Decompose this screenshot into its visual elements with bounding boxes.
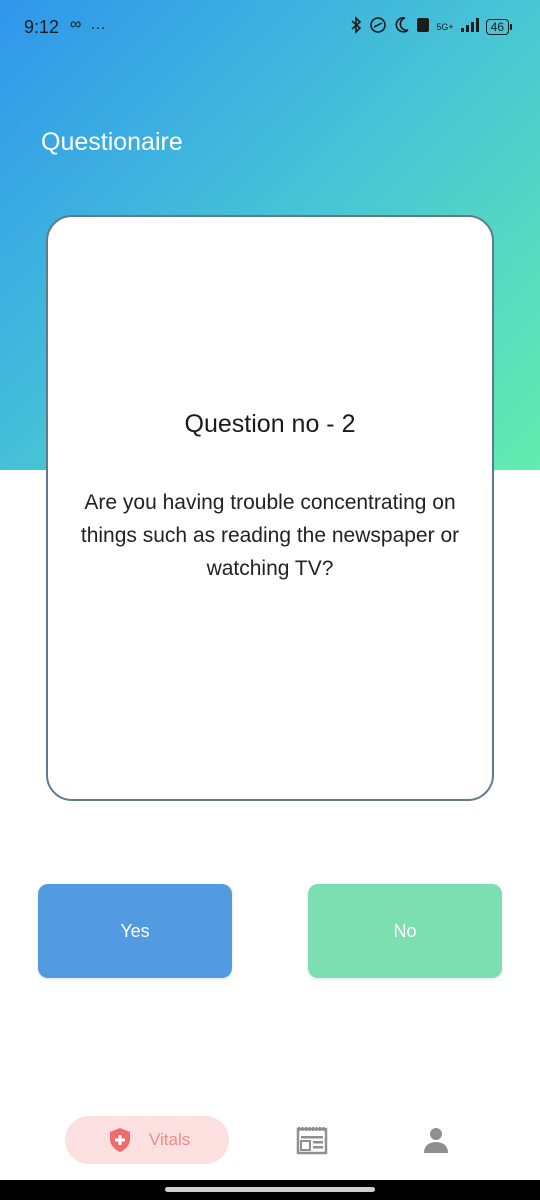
system-navigation-area [0, 1180, 540, 1200]
page-title: Questionaire [41, 128, 183, 156]
nav-item-news[interactable] [296, 1126, 328, 1156]
bottom-navigation: Vitals [0, 1100, 540, 1180]
shield-plus-icon [108, 1127, 132, 1153]
battery-level: 46 [485, 19, 509, 35]
network-type-label: 5G+ [436, 21, 454, 32]
status-notification-icons: ∞ … [70, 16, 108, 33]
status-bar: 9:12 ∞ … 5G+ 46 [0, 0, 540, 56]
question-text: Are you having trouble concentrating on … [80, 491, 460, 580]
yes-button[interactable]: Yes [38, 884, 232, 978]
signal-icon [460, 17, 480, 37]
bluetooth-icon [350, 16, 362, 38]
moon-icon [394, 16, 410, 38]
volte-icon [416, 17, 430, 37]
battery-icon: 46 [485, 19, 512, 35]
status-time: 9:12 [24, 17, 60, 37]
nav-item-vitals[interactable]: Vitals [65, 1116, 229, 1164]
network-type: 5G+ [436, 21, 454, 32]
no-button[interactable]: No [308, 884, 502, 978]
question-number: Question no - 2 [184, 410, 356, 438]
nav-item-profile[interactable] [423, 1126, 449, 1154]
question-card: Question no - 2 Are you having trouble c… [46, 215, 494, 801]
person-icon [423, 1128, 449, 1158]
battery-tip [510, 24, 512, 30]
newspaper-icon [296, 1127, 328, 1160]
gesture-handle[interactable] [165, 1187, 375, 1192]
status-system-icons: 5G+ 46 [350, 16, 512, 38]
nav-item-vitals-label: Vitals [149, 1130, 191, 1149]
link-icon [368, 16, 388, 38]
